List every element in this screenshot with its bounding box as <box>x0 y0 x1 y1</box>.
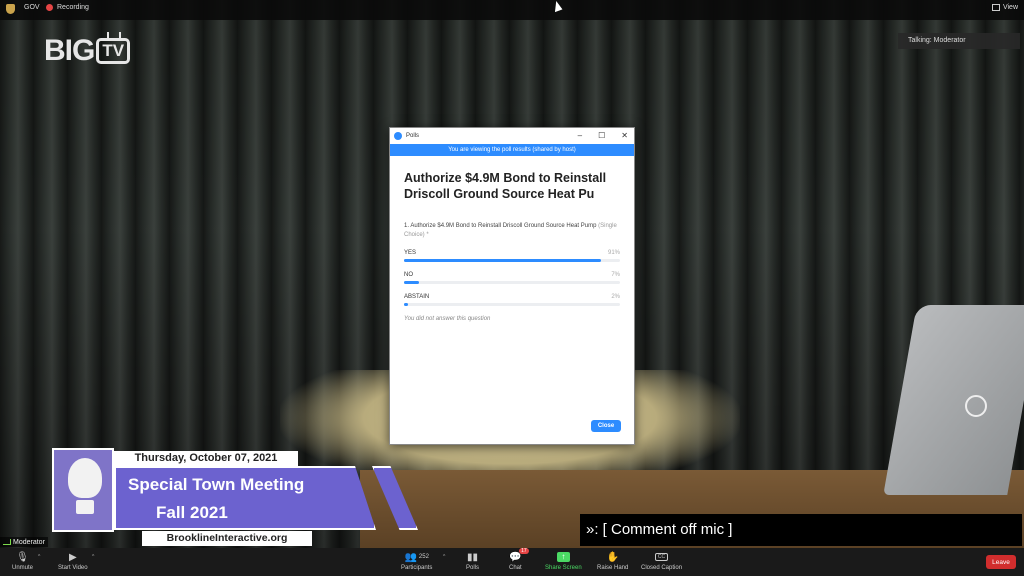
poll-option-label: NO <box>404 272 413 278</box>
poll-option: YES 91% <box>404 250 620 262</box>
minimize-icon[interactable]: – <box>578 131 582 140</box>
no-answer-note: You did not answer this question <box>404 316 491 322</box>
poll-option-percent: 7% <box>611 272 620 278</box>
bit-logo-panel <box>52 448 114 532</box>
poll-option-bar-fill <box>404 303 409 306</box>
poll-question: 1. Authorize $4.9M Bond to Reinstall Dri… <box>404 222 620 240</box>
polls-icon: ▮▮ <box>467 551 479 563</box>
poll-options: YES 91% NO 7% ABSTAIN 2% <box>404 250 620 306</box>
top-bar: GOV Recording View <box>0 0 1024 20</box>
security-badge[interactable] <box>6 4 15 14</box>
participants-caret-icon[interactable]: ^ <box>443 554 445 560</box>
poll-option-label: YES <box>404 250 417 256</box>
polls-button[interactable]: ▮▮ Polls <box>466 551 480 572</box>
recording-dot-icon <box>46 4 53 11</box>
polls-window: Polls – ☐ ✕ You are viewing the poll res… <box>389 127 635 445</box>
grid-view-icon <box>991 4 1000 11</box>
poll-title: Authorize $4.9M Bond to Reinstall Drisco… <box>404 171 607 201</box>
polls-window-title: Polls <box>406 133 420 139</box>
raise-hand-icon: ✋ <box>606 551 619 563</box>
poll-question-text: 1. Authorize $4.9M Bond to Reinstall Dri… <box>404 223 597 229</box>
poll-option-percent: 91% <box>607 250 620 256</box>
video-options-caret-icon[interactable]: ^ <box>92 554 94 560</box>
closed-caption-label: Closed Caption <box>641 565 683 571</box>
lightbulb-base <box>76 500 94 514</box>
chat-label: Chat <box>509 565 522 571</box>
zoom-app-icon <box>394 132 402 140</box>
recording-indicator[interactable]: Recording <box>46 4 89 11</box>
chat-unread-badge: 17 <box>519 548 529 554</box>
closed-caption-button[interactable]: CC Closed Caption <box>641 551 682 571</box>
view-label: View <box>1002 4 1018 11</box>
share-screen-label: Share Screen <box>545 565 582 571</box>
signal-bars-icon <box>3 539 11 545</box>
lower-third-title-line2: Fall 2021 <box>156 503 228 522</box>
lower-third-title-line1: Special Town Meeting <box>128 475 305 494</box>
participants-icon: 👥 252 <box>404 551 429 563</box>
lightbulb-icon <box>68 458 102 498</box>
closed-caption-icon: CC <box>654 553 669 561</box>
audio-options-caret-icon[interactable]: ^ <box>38 554 40 560</box>
poll-option-bar-fill <box>404 281 420 284</box>
laptop-logo <box>965 395 987 417</box>
speaker-name: Moderator <box>13 538 45 546</box>
poll-option-bar-track <box>404 281 620 284</box>
poll-close-button[interactable]: Close <box>591 420 621 432</box>
poll-option: NO 7% <box>404 272 620 284</box>
share-screen-button[interactable]: ↑ Share Screen <box>545 551 582 571</box>
maximize-icon[interactable]: ☐ <box>598 131 605 140</box>
poll-option-bar-track <box>404 303 620 306</box>
participants-label: Participants <box>401 565 433 571</box>
leave-button[interactable]: Leave <box>986 555 1016 569</box>
poll-body: Authorize $4.9M Bond to Reinstall Drisco… <box>390 156 634 332</box>
chat-button[interactable]: 💬 17 Chat <box>509 548 529 571</box>
start-video-label: Start Video <box>58 565 88 571</box>
raise-hand-button[interactable]: ✋ Raise Hand <box>597 551 629 572</box>
lower-third-date: Thursday, October 07, 2021 <box>114 451 298 466</box>
gov-label: GOV <box>24 4 40 11</box>
chat-icon: 💬 17 <box>509 548 529 563</box>
lower-third-url: BrooklineInteractive.org <box>142 531 312 546</box>
video-off-icon: ▶ <box>68 551 77 563</box>
window-controls: – ☐ ✕ <box>578 131 628 140</box>
microphone-muted-icon: 🎙 <box>16 551 29 563</box>
meeting-toolbar: 🎙 Unmute ^ ▶ Start Video ^ 👥 252 Partici… <box>0 548 1024 576</box>
polls-titlebar: Polls – ☐ ✕ <box>390 128 634 144</box>
shield-icon <box>6 4 15 14</box>
view-button[interactable]: View <box>991 4 1018 11</box>
unmute-label: Unmute <box>12 565 34 571</box>
laptop <box>883 305 1024 495</box>
participants-count: 252 <box>418 554 429 560</box>
poll-option-percent: 2% <box>611 294 620 300</box>
logo-big-text: BIG <box>44 34 95 67</box>
raise-hand-label: Raise Hand <box>597 565 629 571</box>
start-video-button[interactable]: ▶ Start Video <box>58 551 88 572</box>
closed-caption-text: »: [ Comment off mic ] <box>580 514 1022 546</box>
unmute-button[interactable]: 🎙 Unmute <box>12 551 34 572</box>
bigtv-logo: BIG TV <box>44 34 131 68</box>
poll-option-bar-fill <box>404 259 601 262</box>
participants-button[interactable]: 👥 252 Participants <box>401 551 433 572</box>
polls-label: Polls <box>466 565 480 571</box>
poll-option-bar-track <box>404 259 620 262</box>
poll-results-banner: You are viewing the poll results (shared… <box>390 144 634 156</box>
talking-indicator: Talking: Moderator <box>898 33 1020 49</box>
logo-tv-text: TV <box>96 38 131 64</box>
share-screen-icon: ↑ <box>556 552 570 562</box>
speaker-name-tag: Moderator <box>0 537 48 547</box>
close-icon[interactable]: ✕ <box>621 131 628 140</box>
poll-option: ABSTAIN 2% <box>404 294 620 306</box>
poll-option-label: ABSTAIN <box>404 294 430 300</box>
recording-label: Recording <box>57 4 89 11</box>
